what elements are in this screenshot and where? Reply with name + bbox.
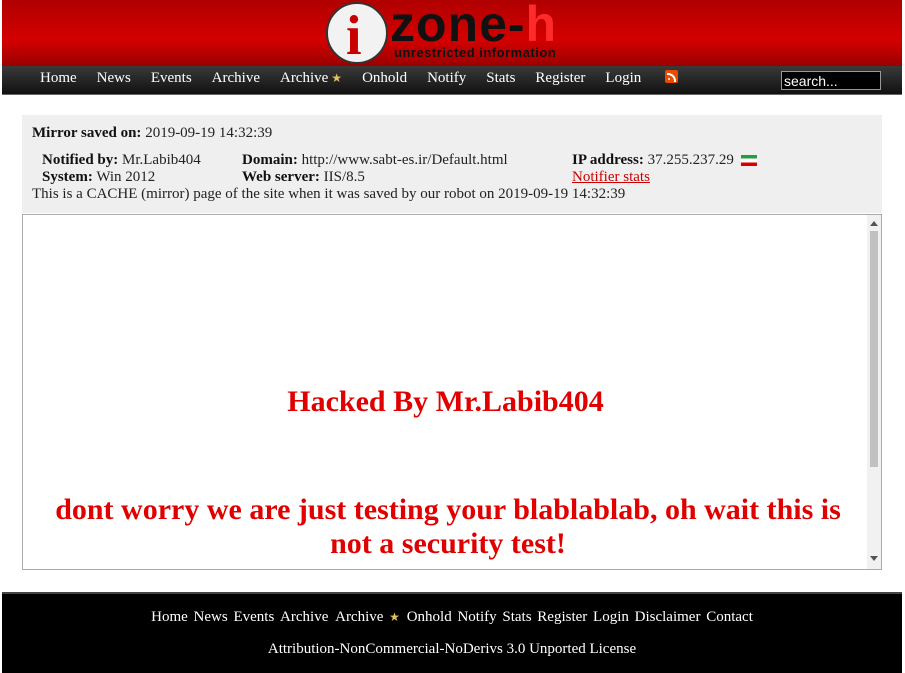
globe-logo-icon: i	[326, 2, 388, 64]
scrollbar-thumb[interactable]	[870, 231, 878, 467]
notified-by-row: Notified by: Mr.Labib404	[42, 152, 201, 169]
system-label: System:	[42, 169, 93, 185]
system-row: System: Win 2012	[42, 169, 155, 186]
mirror-frame[interactable]: Hacked By Mr.Labib404 dont worry we are …	[22, 214, 882, 570]
nav-archive-special-label: Archive	[279, 70, 329, 86]
nav-stats[interactable]: Stats	[486, 70, 515, 87]
web-server-label: Web server:	[242, 169, 320, 185]
star-icon: ★	[389, 610, 400, 624]
nav-onhold[interactable]: Onhold	[362, 70, 407, 87]
footer-disclaimer[interactable]: Disclaimer	[635, 609, 701, 625]
ip-row: IP address: 37.255.237.29	[572, 152, 757, 169]
site-header: i zone-h unrestricted information	[2, 0, 902, 66]
domain-value: http://www.sabt-es.ir/Default.html	[301, 152, 508, 168]
nav-news[interactable]: News	[97, 70, 131, 87]
footer-notify[interactable]: Notify	[457, 609, 496, 625]
mirror-saved-value: 2019-09-19 14:32:39	[145, 125, 273, 141]
notified-by-label: Notified by:	[42, 152, 119, 168]
notified-by-value: Mr.Labib404	[122, 152, 201, 168]
mirror-saved-label: Mirror saved on:	[32, 125, 142, 141]
scroll-up-icon[interactable]	[870, 221, 878, 226]
nav-archive[interactable]: Archive	[212, 70, 260, 87]
hacked-heading: Hacked By Mr.Labib404	[287, 385, 604, 418]
footer-register[interactable]: Register	[537, 609, 587, 625]
system-value: Win 2012	[96, 169, 156, 185]
footer-events[interactable]: Events	[233, 609, 274, 625]
notifier-stats-row: Notifier stats	[572, 169, 650, 186]
zone-h-logo[interactable]: i zone-h unrestricted information	[324, 0, 586, 66]
site-footer: Home News Events Archive Archive ★ Onhol…	[2, 592, 902, 673]
license-link[interactable]: Attribution-NonCommercial-NoDerivs 3.0 U…	[2, 641, 902, 658]
search-input[interactable]	[781, 71, 881, 90]
web-server-value: IIS/8.5	[323, 169, 365, 185]
nav-notify[interactable]: Notify	[427, 70, 466, 87]
footer-login[interactable]: Login	[593, 609, 629, 625]
footer-archive-special[interactable]: Archive ★	[334, 609, 401, 625]
main-nav: Home News Events Archive Archive ★ Onhold…	[2, 66, 902, 95]
nav-archive-special[interactable]: Archive ★	[280, 70, 342, 87]
nav-events[interactable]: Events	[151, 70, 192, 87]
footer-news[interactable]: News	[194, 609, 228, 625]
rss-icon[interactable]	[665, 70, 678, 83]
web-server-row: Web server: IIS/8.5	[242, 169, 365, 186]
domain-row: Domain: http://www.sabt-es.ir/Default.ht…	[242, 152, 508, 169]
footer-stats[interactable]: Stats	[502, 609, 531, 625]
cache-note: This is a CACHE (mirror) page of the sit…	[32, 186, 626, 202]
mirror-saved-row: Mirror saved on: 2019-09-19 14:32:39	[32, 125, 272, 142]
mirror-scrollbar[interactable]	[867, 215, 881, 569]
logo-tagline: unrestricted information	[394, 45, 557, 60]
nav-home[interactable]: Home	[40, 70, 77, 87]
scroll-down-icon[interactable]	[870, 556, 878, 561]
footer-archive[interactable]: Archive	[280, 609, 328, 625]
notifier-stats-link[interactable]: Notifier stats	[572, 169, 650, 185]
iran-flag-icon	[740, 155, 757, 167]
domain-label: Domain:	[242, 152, 298, 168]
footer-onhold[interactable]: Onhold	[407, 609, 452, 625]
footer-links: Home News Events Archive Archive ★ Onhol…	[2, 609, 902, 626]
ip-value: 37.255.237.29	[647, 152, 734, 168]
footer-contact[interactable]: Contact	[706, 609, 753, 625]
footer-home[interactable]: Home	[151, 609, 188, 625]
hacked-message: dont worry we are just testing your blab…	[55, 493, 841, 560]
mirror-info-panel: Mirror saved on: 2019-09-19 14:32:39 Not…	[22, 115, 882, 213]
footer-archive-special-label: Archive	[335, 609, 384, 625]
star-icon: ★	[331, 71, 343, 85]
ip-label: IP address:	[572, 152, 644, 168]
nav-login[interactable]: Login	[605, 70, 641, 87]
nav-register[interactable]: Register	[535, 70, 585, 87]
